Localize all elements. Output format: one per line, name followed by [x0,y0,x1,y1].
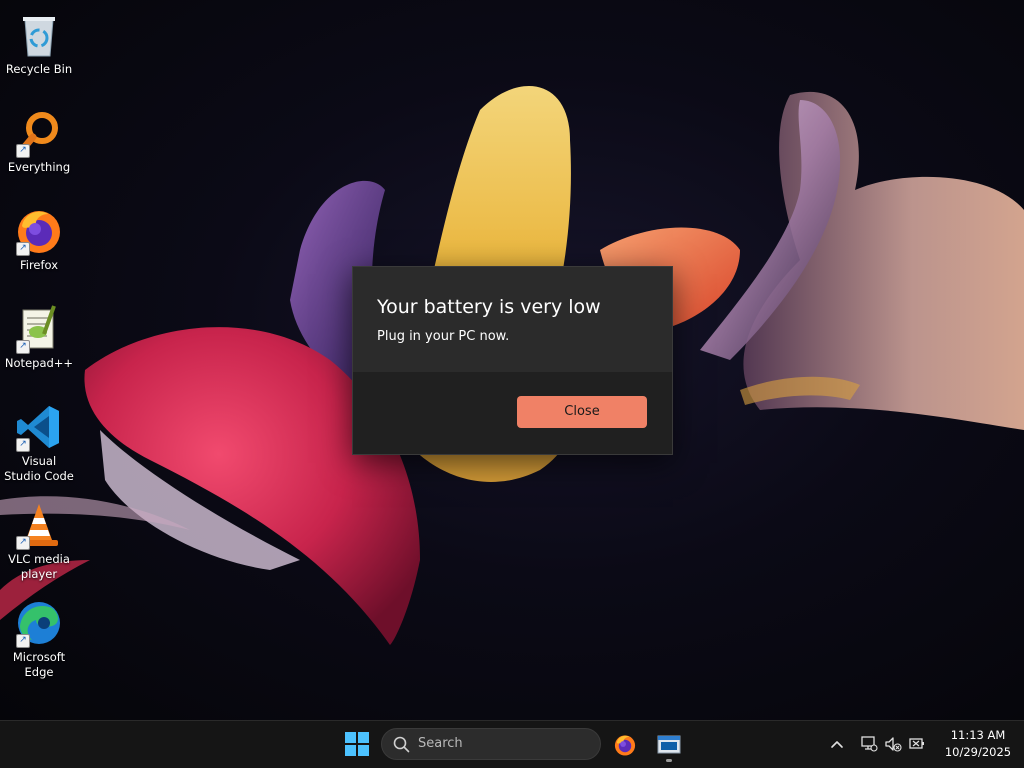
desktop-icon-label: Recycle Bin [5,62,73,76]
running-indicator [666,759,672,762]
dialog-content: Your battery is very low Plug in your PC… [353,267,672,372]
desktop-icon-label: Firefox [19,258,59,272]
clock-date: 10/29/2025 [944,745,1012,759]
system-tray[interactable] [856,733,932,755]
shortcut-arrow-icon: ↗ [16,536,30,550]
taskbar: Search 11:13 AM 10/29/2025 [0,720,1024,768]
dialog-message: Plug in your PC now. [377,329,510,344]
recycle-bin-icon [23,17,55,57]
taskbar-clock[interactable]: 11:13 AM 10/29/2025 [934,727,1022,761]
close-button[interactable]: Close [517,396,647,428]
desktop-icon-recycle-bin[interactable]: Recycle Bin [0,4,78,94]
desktop-icon-firefox[interactable]: ↗ Firefox [0,200,78,290]
clock-time: 11:13 AM [950,728,1006,742]
taskbar-app-firefox[interactable] [607,727,643,763]
shortcut-arrow-icon: ↗ [16,242,30,256]
shortcut-arrow-icon: ↗ [16,144,30,158]
desktop-icon-notepad-plus-plus[interactable]: ↗ Notepad++ [0,298,78,388]
dialog-footer: Close [353,372,672,454]
app-window-icon [657,735,681,754]
chevron-up-icon [831,741,843,748]
start-button[interactable] [340,727,374,761]
desktop-icon-label: VLC media player [8,552,70,581]
desktop-icon-everything[interactable]: ↗ Everything [0,102,78,192]
desktop-icon-label: Visual Studio Code [4,454,74,483]
battery-icon [909,738,924,749]
desktop-icon-label: Microsoft Edge [12,650,66,679]
desktop-icon-vscode[interactable]: ↗ Visual Studio Code [0,396,78,486]
shortcut-arrow-icon: ↗ [16,340,30,354]
desktop-icon-label: Notepad++ [4,356,74,370]
show-hidden-icons-button[interactable] [826,733,848,755]
taskbar-search-box[interactable]: Search [381,728,601,760]
desktop-icon-edge[interactable]: ↗ Microsoft Edge [0,592,78,682]
desktop-icon-label: Everything [7,160,71,174]
desktop-icon-vlc[interactable]: ↗ VLC media player [0,494,78,584]
shortcut-arrow-icon: ↗ [16,438,30,452]
taskbar-app-window[interactable] [651,727,687,763]
search-placeholder: Search [418,736,463,751]
search-icon [393,736,410,753]
battery-low-dialog: Your battery is very low Plug in your PC… [352,266,673,455]
volume-muted-icon [885,737,902,752]
dialog-title: Your battery is very low [377,296,601,318]
windows-logo-icon [345,732,369,756]
network-icon [861,736,878,752]
shortcut-arrow-icon: ↗ [16,634,30,648]
firefox-icon [614,735,636,756]
